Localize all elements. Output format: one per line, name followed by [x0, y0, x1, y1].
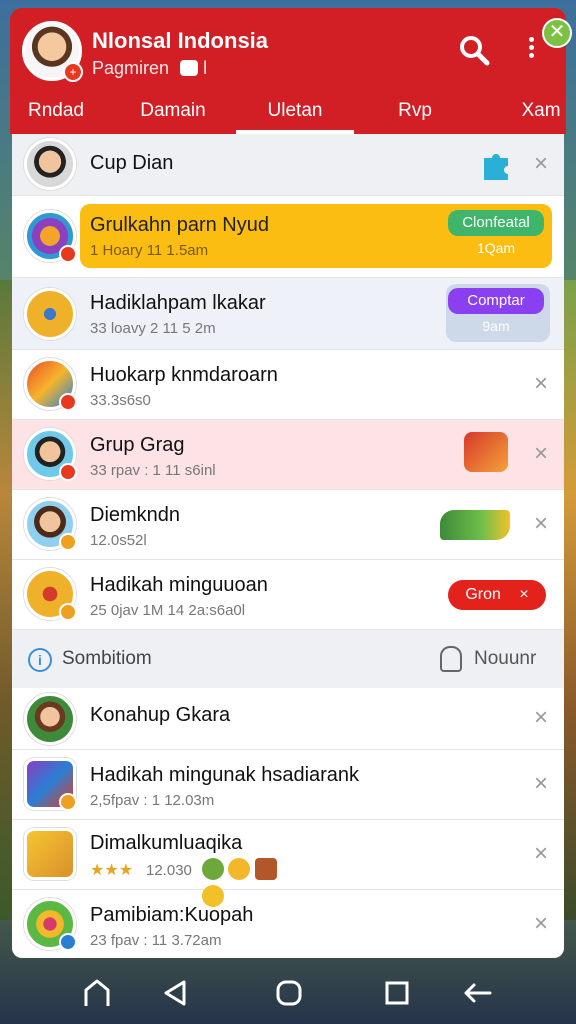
app-header: + Nlonsal Indonsia Pagmiren l ✕ Rndad Da…: [10, 8, 572, 134]
chat-name: Hadikah minguuoan: [90, 574, 268, 596]
action-button[interactable]: Comptar: [448, 288, 544, 314]
close-icon[interactable]: ×: [534, 704, 548, 732]
avatar: [24, 428, 77, 481]
chat-meta: 23 fpav : 11 3.72am: [90, 932, 222, 949]
list-item[interactable]: Grulkahn parn Nyud 1 Hoary 11 1.5am Clon…: [12, 196, 564, 278]
avatar: [24, 898, 77, 951]
chat-meta: 33.3s6s0: [90, 392, 151, 409]
action-button[interactable]: Gron ×: [448, 580, 546, 610]
more-icon[interactable]: [524, 34, 538, 66]
action-button[interactable]: Clonfeatal: [448, 210, 544, 236]
list-item[interactable]: Hadiklahpam lkakar 33 loavy 2 11 5 2m Co…: [12, 278, 564, 350]
close-icon[interactable]: ×: [534, 770, 548, 798]
list-item[interactable]: Hadikah mingunak hsadiarank 2,5fpav : 1 …: [12, 750, 564, 820]
tab-uletan[interactable]: Uletan: [236, 96, 354, 134]
reward-icons: [202, 858, 298, 907]
profile-avatar[interactable]: +: [22, 21, 83, 82]
search-icon[interactable]: [458, 34, 490, 66]
chat-name: Pamibiam:Kuopah: [90, 904, 254, 926]
chat-name: Diemkndn: [90, 504, 181, 526]
avatar: [24, 498, 77, 551]
subtitle-text: Pagmiren: [92, 58, 170, 78]
chat-meta: 33 loavy 2 11 5 2m: [90, 320, 216, 337]
info-icon: i: [28, 648, 52, 672]
gift-box-icon: [464, 432, 508, 472]
tab-damain[interactable]: Damain: [112, 96, 234, 134]
subtitle-suffix: l: [203, 58, 208, 78]
square-icon[interactable]: [380, 976, 414, 1010]
avatar: [24, 758, 77, 811]
avatar: [24, 828, 76, 880]
chat-meta: 33 rpav : 1 11 s6inl: [90, 462, 216, 479]
chat-name: Cup Dian: [90, 152, 174, 174]
list-item[interactable]: Grup Grag 33 rpav : 1 11 s6inl ×: [12, 420, 564, 490]
avatar: [24, 138, 76, 190]
close-icon[interactable]: ×: [534, 910, 548, 938]
button-subtext: 1Qam: [476, 240, 516, 256]
circle-icon[interactable]: [272, 976, 306, 1010]
app-subtitle: Pagmiren l: [92, 58, 207, 79]
chat-meta: 25 0jav 1M 14 2a:s6a0l: [90, 602, 246, 619]
list-item[interactable]: Pamibiam:Kuopah 23 fpav : 11 3.72am ×: [12, 890, 564, 958]
section-title: Sombitiom: [62, 648, 152, 669]
tab-rndad[interactable]: Rndad: [16, 96, 96, 134]
bell-icon[interactable]: [440, 646, 462, 672]
tab-bar: Rndad Damain Uletan Rvp Xam: [10, 92, 566, 134]
avatar: [24, 693, 76, 745]
list-item[interactable]: Hadikah minguuoan 25 0jav 1M 14 2a:s6a0l…: [12, 560, 564, 630]
list-item[interactable]: Cup Dian ×: [12, 134, 564, 196]
chat-name: Grup Grag: [90, 434, 185, 456]
system-nav-bar: [0, 962, 576, 1024]
close-icon[interactable]: ×: [534, 440, 548, 468]
close-icon[interactable]: ×: [534, 370, 548, 398]
money-icon: [440, 510, 510, 540]
avatar: [24, 288, 76, 340]
chat-name: Hadiklahpam lkakar: [90, 292, 266, 314]
chat-list-panel: Cup Dian × Grulkahn parn Nyud 1 Hoary 11…: [12, 134, 564, 958]
action-button-label: Gron: [465, 586, 501, 603]
close-icon[interactable]: ×: [534, 510, 548, 538]
close-button[interactable]: ✕: [542, 18, 572, 48]
button-subtext: 9am: [482, 318, 510, 334]
chat-meta: 12.030: [146, 862, 192, 879]
list-item[interactable]: Konahup Gkara ×: [12, 688, 564, 750]
list-item[interactable]: Huokarp knmdaroarn 33.3s6s0 ×: [12, 350, 564, 420]
chat-name: Dimalkumluaqika: [90, 832, 243, 854]
avatar: [24, 210, 77, 263]
close-icon[interactable]: ×: [519, 586, 528, 603]
chat-meta: 2,5fpav : 1 12.03m: [90, 792, 215, 809]
return-icon[interactable]: [460, 976, 494, 1010]
avatar-badge: +: [63, 62, 83, 82]
section-right-label[interactable]: Nouunr: [474, 648, 536, 670]
chat-name: Huokarp knmdaroarn: [90, 364, 278, 386]
chat-name: Konahup Gkara: [90, 704, 231, 726]
chat-meta: 1 Hoary 11 1.5am: [90, 242, 209, 259]
star-rating: ★★★: [90, 862, 134, 879]
back-icon[interactable]: [158, 976, 192, 1010]
chat-name: Grulkahn parn Nyud: [90, 214, 269, 236]
tab-xam[interactable]: Xam: [516, 96, 566, 134]
puzzle-icon: [484, 154, 508, 180]
close-icon[interactable]: ×: [534, 150, 548, 178]
list-item[interactable]: Dimalkumluaqika ★★★ 12.030 ×: [12, 820, 564, 907]
section-header: i Sombitiom Nouunr: [12, 630, 564, 688]
app-title: Nlonsal Indonsia: [92, 28, 269, 53]
avatar: [24, 568, 77, 621]
id-card-icon: [180, 60, 199, 76]
avatar: [24, 358, 77, 411]
tab-rvp[interactable]: Rvp: [380, 96, 450, 134]
home-icon[interactable]: [80, 976, 114, 1010]
chat-name: Hadikah mingunak hsadiarank: [90, 764, 360, 786]
chat-meta: 12.0s52l: [90, 532, 147, 549]
close-icon[interactable]: ×: [534, 840, 548, 868]
list-item[interactable]: Diemkndn 12.0s52l ×: [12, 490, 564, 560]
